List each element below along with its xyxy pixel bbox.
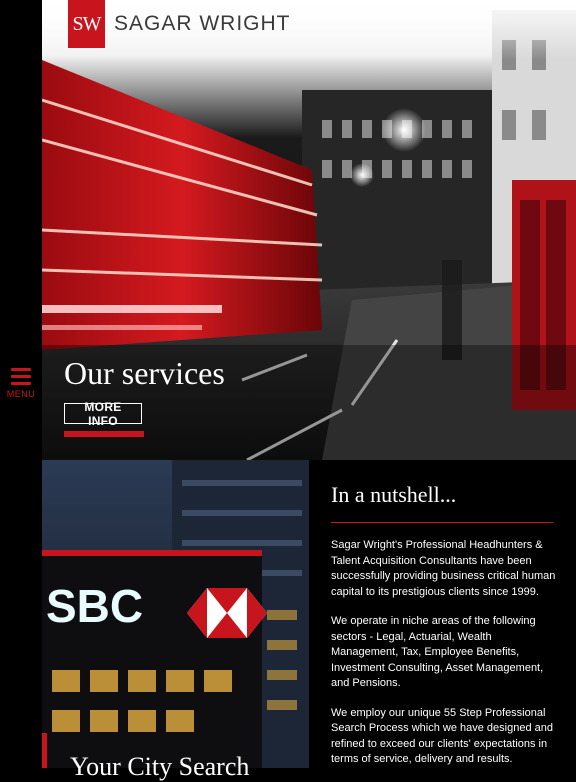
hero-title: Our services <box>64 355 225 391</box>
next-section-title: Your City Search <box>70 752 250 781</box>
divider <box>331 522 553 523</box>
about-paragraph: We employ our unique 55 Step Professiona… <box>331 706 553 766</box>
menu-label: MENU <box>6 389 36 399</box>
brand-logo[interactable]: SW SAGAR WRIGHT <box>68 0 291 48</box>
more-info-button[interactable]: MORE INFO <box>64 400 142 428</box>
about-text: Sagar Wright's Professional Headhunters … <box>331 538 559 768</box>
hero-banner: SW SAGAR WRIGHT Our services MORE INFO <box>42 0 576 460</box>
logo-mark: SW <box>68 0 105 48</box>
section-title: In a nutshell... <box>331 482 457 507</box>
menu-button[interactable]: MENU <box>0 366 42 412</box>
bank-building-image: SBC <box>42 460 309 768</box>
about-section: In a nutshell... Sagar Wright's Professi… <box>309 460 576 768</box>
about-paragraph: Sagar Wright's Professional Headhunters … <box>331 539 556 598</box>
hamburger-icon <box>11 368 31 385</box>
building-sign-text: SBC <box>46 580 143 632</box>
section-accent-stripe <box>42 733 47 768</box>
logo-wordmark: SAGAR WRIGHT <box>114 12 291 35</box>
side-nav-rail: MENU <box>0 0 42 768</box>
about-paragraph: We operate in niche areas of the followi… <box>331 615 544 689</box>
building-illustration: SBC <box>42 460 309 768</box>
accent-bar <box>64 431 144 437</box>
